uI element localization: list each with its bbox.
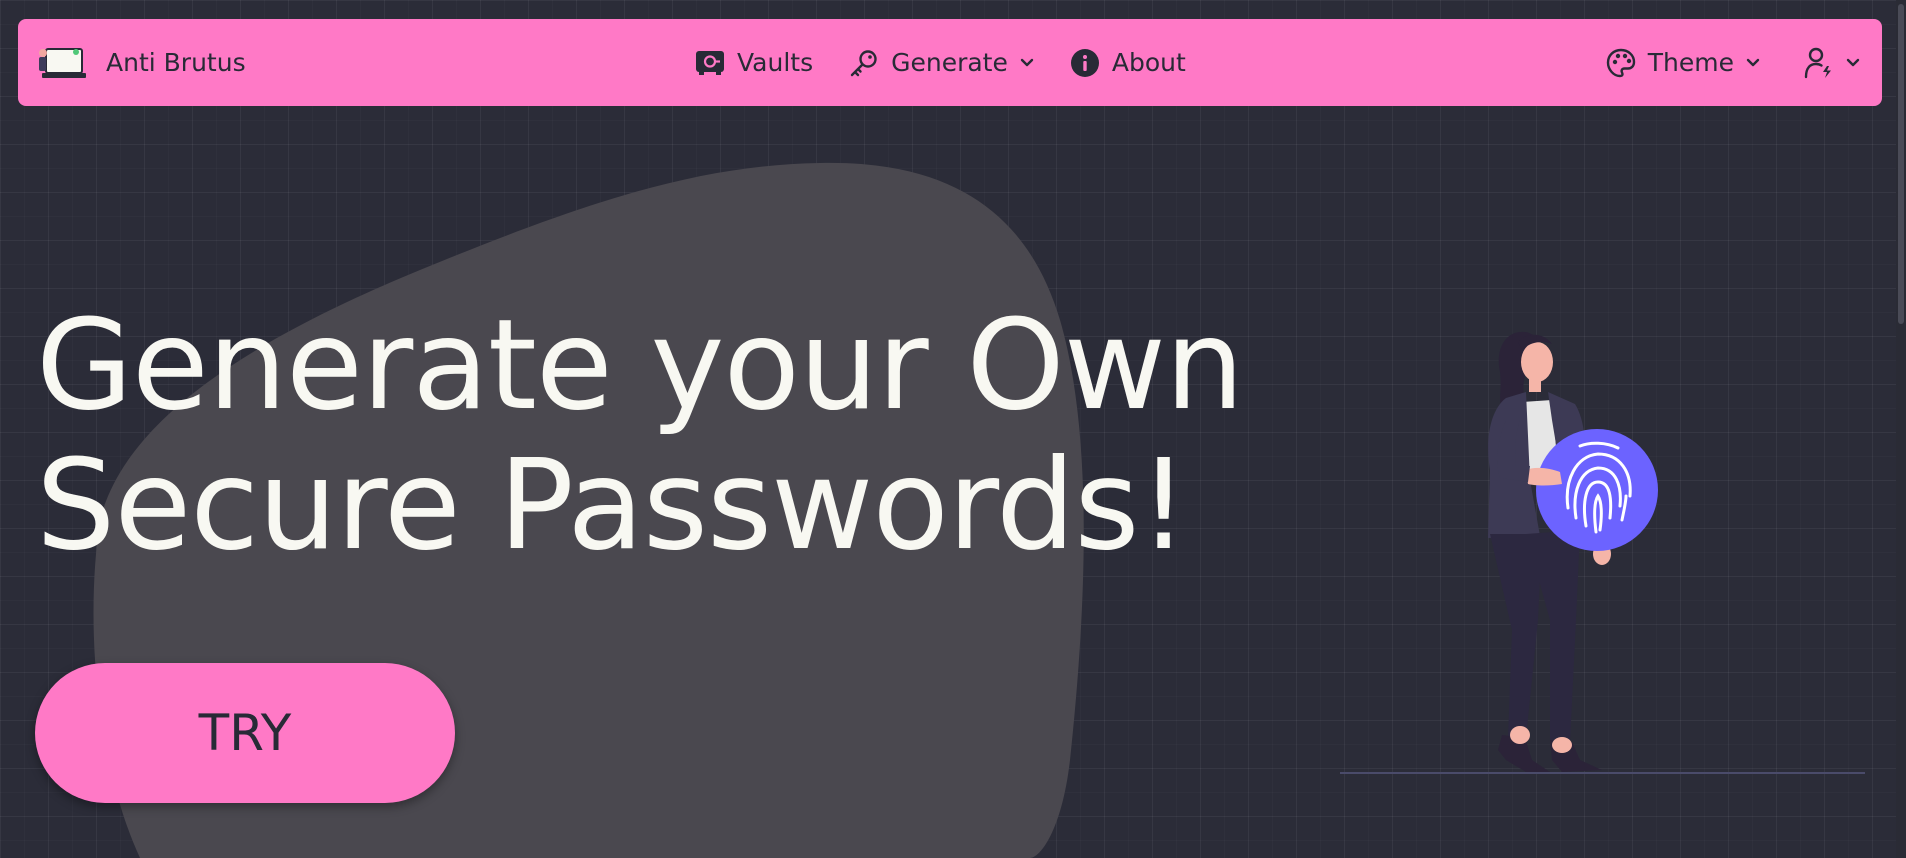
- nav-about-label: About: [1111, 48, 1186, 77]
- chevron-down-icon: [1846, 58, 1860, 66]
- nav-vaults[interactable]: Vaults: [695, 48, 813, 77]
- page-scrollbar[interactable]: [1896, 0, 1906, 858]
- user-bolt-icon: [1804, 47, 1831, 78]
- chevron-down-icon: [1746, 58, 1760, 66]
- laptop-person-icon: [39, 47, 86, 78]
- palette-icon: [1606, 48, 1635, 77]
- key-icon: [850, 49, 877, 76]
- nav-about[interactable]: About: [1070, 48, 1186, 78]
- nav-right: Theme: [1606, 19, 1860, 106]
- nav-vaults-label: Vaults: [737, 48, 814, 77]
- safe-icon: [696, 50, 724, 75]
- brand-name: Anti Brutus: [106, 48, 246, 77]
- theme-label: Theme: [1647, 48, 1734, 77]
- main-nav: Vaults Generate About: [695, 19, 1186, 106]
- woman-holding-fingerprint-icon: [1340, 331, 1865, 774]
- info-circle-icon: [1070, 48, 1099, 77]
- brand-link[interactable]: Anti Brutus: [36, 19, 246, 106]
- nav-generate[interactable]: Generate: [849, 48, 1034, 78]
- user-dropdown[interactable]: [1804, 47, 1860, 79]
- nav-generate-label: Generate: [891, 48, 1008, 77]
- scrollbar-thumb[interactable]: [1898, 4, 1904, 324]
- theme-dropdown[interactable]: Theme: [1606, 48, 1760, 78]
- try-button[interactable]: TRY: [35, 663, 455, 803]
- hero-headline-line-2: Secure Passwords!: [36, 433, 1189, 578]
- chevron-down-icon: [1020, 58, 1034, 66]
- hero-headline-line-1: Generate your Own: [36, 293, 1244, 438]
- hero-headline: Generate your Own Secure Passwords!: [36, 293, 1244, 578]
- top-navbar: Anti Brutus Vaults Generate About Theme: [18, 19, 1882, 106]
